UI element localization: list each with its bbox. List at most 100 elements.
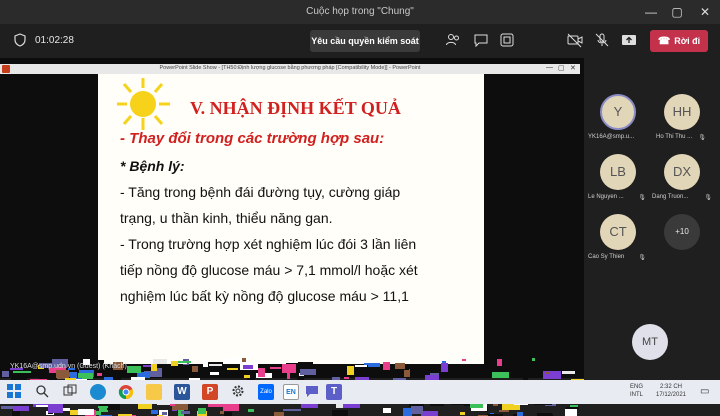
meeting-timer: 01:02:28 (35, 35, 74, 46)
artifact-block (404, 369, 410, 377)
artifact-block (565, 409, 577, 416)
artifact-block (274, 412, 284, 416)
shared-screen: PowerPoint Slide Show - [TH50:Định lượng… (0, 58, 584, 416)
slide-line: nghiệm lúc bất kỳ nồng độ glucose máu > … (120, 288, 409, 304)
artifact-block (258, 368, 265, 377)
artifact-block (546, 372, 549, 374)
more-participants-count: +10 (664, 214, 700, 250)
mic-off-icon: 🎙 (638, 255, 646, 261)
artifact-block (470, 404, 483, 408)
windows-taskbar: W P Zalo EN T ENG INTL 2:32 CH 17/12/202… (0, 380, 720, 404)
artifact-block (13, 406, 29, 411)
lang-top: ENG (630, 384, 644, 390)
artifact-block (157, 368, 162, 373)
artifact-block (162, 412, 167, 415)
self-avatar: MT (632, 324, 668, 360)
artifact-block (562, 371, 575, 374)
slide-line: tiếp nồng độ glucose máu > 7,1 mmol/l ho… (120, 262, 418, 278)
artifact-block (210, 372, 219, 375)
artifact-block (2, 371, 9, 377)
pp-minimize-button: — (546, 64, 553, 71)
avatar: CT (600, 214, 636, 250)
request-control-button[interactable]: Yêu cầu quyền kiểm soát (310, 30, 420, 52)
artifact-block (566, 407, 579, 409)
slide: V. NHẬN ĐỊNH KẾT QUẢ - Thay đổi trong cá… (98, 74, 484, 364)
mic-off-icon: 🎙 (698, 135, 706, 141)
chat-icon[interactable] (472, 32, 490, 50)
maximize-button[interactable]: ▢ (664, 0, 690, 24)
artifact-block (243, 365, 253, 369)
participant-tile[interactable]: DX Dang Truon... 🎙 (652, 154, 712, 214)
artifact-block (78, 409, 94, 415)
artifact-block (493, 404, 498, 406)
artifact-block (344, 377, 349, 379)
participant-tile[interactable]: CT Cao Sy Thien 🎙 (588, 214, 648, 274)
powerpoint-titlebar: PowerPoint Slide Show - [TH50:Định lượng… (0, 64, 580, 74)
artifact-block (300, 369, 316, 375)
file-explorer-icon[interactable] (146, 384, 162, 400)
artifact-block (332, 410, 348, 416)
more-participants-tile[interactable]: +10 (652, 214, 712, 274)
search-icon[interactable] (34, 384, 50, 400)
system-clock[interactable]: 2:32 CH 17/12/2021 (650, 383, 692, 399)
task-view-icon[interactable] (62, 384, 78, 400)
artifact-block (383, 362, 390, 370)
windows-start-icon[interactable] (6, 384, 22, 400)
chat-icon[interactable] (304, 384, 320, 400)
close-button[interactable]: ✕ (692, 0, 718, 24)
settings-icon[interactable] (230, 384, 246, 400)
share-icon[interactable] (620, 32, 638, 50)
artifact-block (347, 366, 354, 375)
artifact-block (462, 359, 466, 361)
edge-icon[interactable] (90, 384, 106, 400)
participant-tile[interactable]: LB Le Nguyen ... 🎙 (588, 154, 648, 214)
artifact-block (151, 410, 158, 414)
word-icon[interactable]: W (174, 384, 190, 400)
artifact-block (198, 408, 206, 414)
pp-maximize-button: ▢ (558, 65, 565, 72)
meeting-toolbar: 01:02:28 Yêu cầu quyền kiểm soát ☎ Rời đi (0, 24, 720, 58)
notification-icon[interactable]: ▭ (700, 386, 709, 397)
camera-off-icon[interactable] (566, 32, 584, 50)
people-icon[interactable] (444, 32, 462, 50)
participant-name: Ho Thi Thu ... (656, 134, 693, 140)
slide-line: - Trong trường hợp xét nghiệm lúc đói 3 … (120, 236, 417, 252)
participant-name: YK16A@smp.u... (588, 134, 635, 140)
leave-label: Rời đi (674, 36, 701, 46)
artifact-block (97, 373, 102, 376)
chrome-icon[interactable] (118, 384, 134, 400)
participant-tile[interactable]: Y YK16A@smp.u... (588, 94, 648, 154)
artifact-block (224, 412, 232, 416)
artifact-block (13, 371, 31, 373)
artifact-block (492, 372, 509, 378)
mic-off-icon: 🎙 (638, 195, 646, 201)
artifact-block (282, 364, 296, 373)
minimize-button[interactable]: — (638, 0, 664, 24)
hang-up-icon: ☎ (657, 36, 671, 47)
artifact-block (192, 366, 198, 372)
leave-button[interactable]: ☎ Rời đi (650, 30, 708, 52)
artifact-block (460, 412, 465, 415)
artifact-block (153, 359, 167, 364)
mic-off-icon[interactable] (593, 32, 611, 50)
artifact-block (499, 410, 509, 412)
artifact-block (223, 403, 239, 411)
sun-icon (117, 78, 170, 130)
clock-time: 2:32 CH (659, 384, 682, 390)
slide-line: - Tăng trong bệnh đái đường tụy, cường g… (120, 184, 401, 200)
artifact-block (227, 368, 238, 370)
participant-tile[interactable]: HH Ho Thi Thu ... 🎙 (652, 94, 712, 154)
powerpoint-icon[interactable]: P (202, 384, 218, 400)
unikey-icon[interactable]: EN (283, 384, 299, 400)
artifact-block (171, 361, 178, 366)
input-language[interactable]: ENG INTL (630, 383, 643, 399)
zalo-icon[interactable]: Zalo (258, 384, 274, 400)
teams-icon[interactable]: T (326, 384, 342, 400)
clock-date: 17/12/2021 (655, 392, 687, 398)
artifact-block (248, 409, 254, 412)
mic-off-icon: 🎙 (704, 195, 712, 201)
lang-bottom: INTL (630, 392, 644, 398)
artifact-block (270, 367, 281, 369)
pp-close-button: ✕ (570, 65, 576, 72)
reactions-icon[interactable] (498, 32, 516, 50)
